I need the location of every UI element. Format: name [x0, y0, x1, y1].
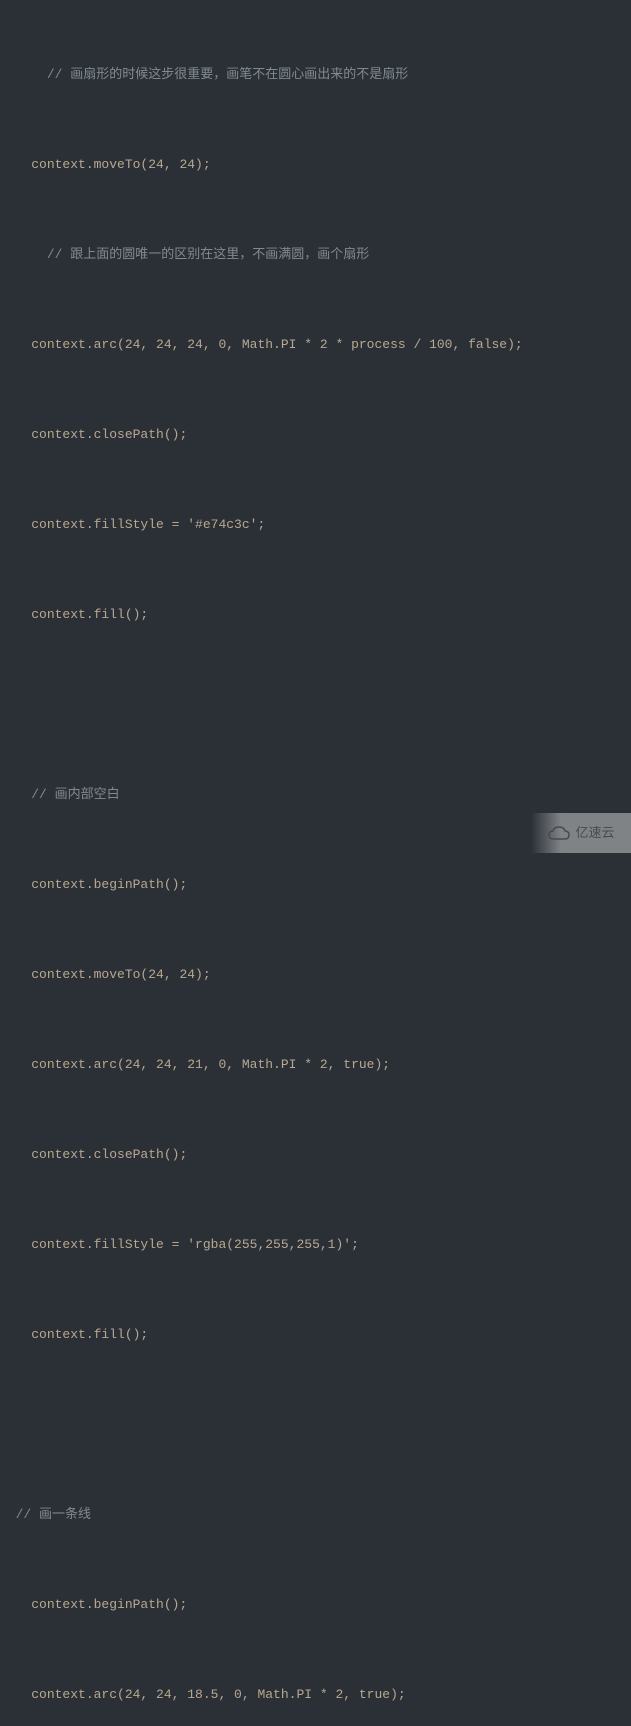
code-text: context.moveTo(24, 24); [31, 967, 210, 982]
code-text: context.fill(); [31, 1327, 148, 1342]
code-line: // 画内部空白 [0, 780, 631, 810]
code-line: context.fill(); [0, 600, 631, 630]
cloud-icon [547, 825, 571, 841]
code-line: // 画扇形的时候这步很重要，画笔不在圆心画出来的不是扇形 [0, 60, 631, 90]
code-line: context.arc(24, 24, 21, 0, Math.PI * 2, … [0, 1050, 631, 1080]
code-text: context.beginPath(); [31, 1597, 187, 1612]
code-text: context.closePath(); [31, 427, 187, 442]
code-text: context.fill(); [31, 607, 148, 622]
comment-text: // 画一条线 [16, 1507, 91, 1522]
code-text: context.arc(24, 24, 18.5, 0, Math.PI * 2… [31, 1687, 405, 1702]
comment-text: // 跟上面的圆唯一的区别在这里，不画满圆，画个扇形 [47, 247, 369, 262]
code-line: // 跟上面的圆唯一的区别在这里，不画满圆，画个扇形 [0, 240, 631, 270]
code-line: context.arc(24, 24, 18.5, 0, Math.PI * 2… [0, 1680, 631, 1710]
code-line: context.beginPath(); [0, 1590, 631, 1620]
code-text: context.fillStyle = 'rgba(255,255,255,1)… [31, 1237, 359, 1252]
comment-text: // 画内部空白 [31, 787, 119, 802]
code-line: context.fillStyle = '#e74c3c'; [0, 510, 631, 540]
watermark-text: 亿速云 [575, 818, 614, 848]
code-text: context.beginPath(); [31, 877, 187, 892]
code-line: context.fillStyle = 'rgba(255,255,255,1)… [0, 1230, 631, 1260]
code-line: context.fill(); [0, 1320, 631, 1350]
code-text: context.moveTo(24, 24); [31, 157, 210, 172]
comment-text: // 画扇形的时候这步很重要，画笔不在圆心画出来的不是扇形 [47, 67, 408, 82]
blank-line [0, 690, 631, 720]
blank-line [0, 1410, 631, 1440]
code-text: context.arc(24, 24, 24, 0, Math.PI * 2 *… [31, 337, 522, 352]
watermark: 亿速云 [531, 813, 631, 853]
code-line: context.moveTo(24, 24); [0, 150, 631, 180]
code-text: context.arc(24, 24, 21, 0, Math.PI * 2, … [31, 1057, 390, 1072]
code-line: context.beginPath(); [0, 870, 631, 900]
code-line: context.closePath(); [0, 420, 631, 450]
code-line: // 画一条线 [0, 1500, 631, 1530]
code-block: // 画扇形的时候这步很重要，画笔不在圆心画出来的不是扇形 context.mo… [0, 0, 631, 1726]
code-text: context.fillStyle = '#e74c3c'; [31, 517, 265, 532]
code-line: context.closePath(); [0, 1140, 631, 1170]
code-text: context.closePath(); [31, 1147, 187, 1162]
code-line: context.arc(24, 24, 24, 0, Math.PI * 2 *… [0, 330, 631, 360]
code-line: context.moveTo(24, 24); [0, 960, 631, 990]
